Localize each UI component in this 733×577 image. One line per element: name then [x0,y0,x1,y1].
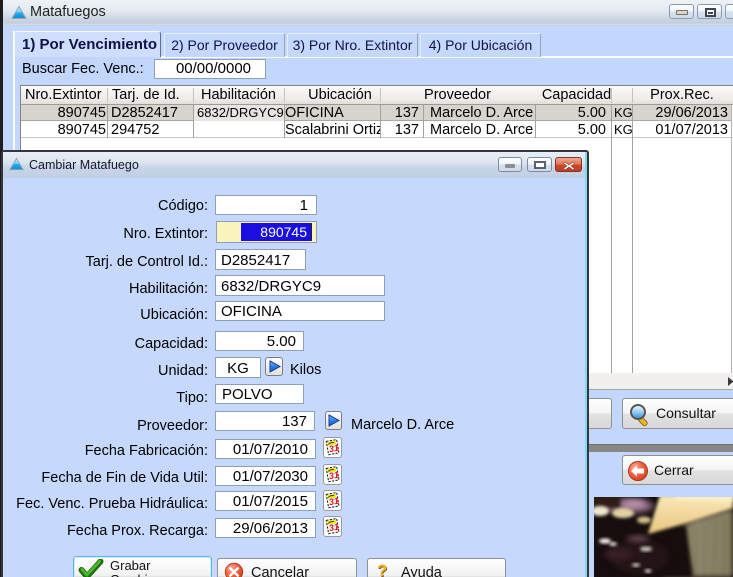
svg-text:31: 31 [328,522,340,534]
svg-text:31: 31 [328,470,340,482]
svg-text:31: 31 [328,496,340,508]
svg-text:31: 31 [328,443,340,455]
